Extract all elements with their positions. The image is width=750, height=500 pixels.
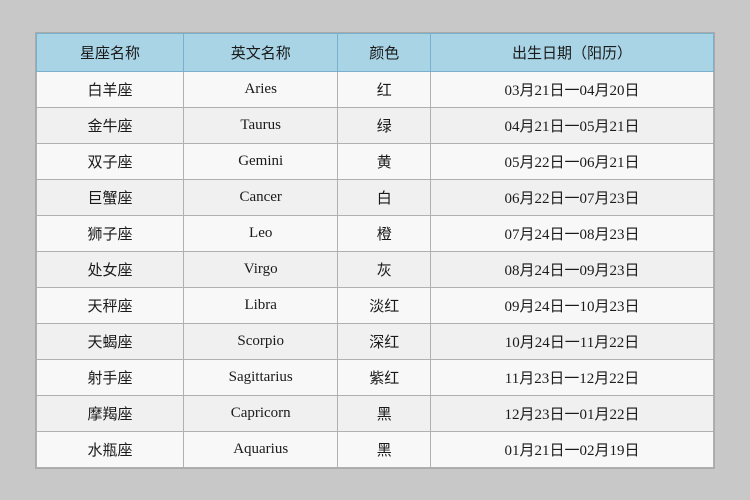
cell-color: 白: [338, 179, 431, 215]
table-row: 摩羯座Capricorn黑12月23日一01月22日: [37, 395, 714, 431]
cell-dates: 03月21日一04月20日: [430, 71, 713, 107]
cell-color: 黄: [338, 143, 431, 179]
cell-english-name: Aquarius: [183, 431, 337, 467]
cell-color: 绿: [338, 107, 431, 143]
cell-color: 紫红: [338, 359, 431, 395]
table-body: 白羊座Aries红03月21日一04月20日金牛座Taurus绿04月21日一0…: [37, 71, 714, 467]
header-dates: 出生日期（阳历）: [430, 33, 713, 71]
cell-dates: 05月22日一06月21日: [430, 143, 713, 179]
cell-color: 灰: [338, 251, 431, 287]
cell-dates: 01月21日一02月19日: [430, 431, 713, 467]
cell-color: 深红: [338, 323, 431, 359]
cell-dates: 04月21日一05月21日: [430, 107, 713, 143]
cell-english-name: Gemini: [183, 143, 337, 179]
cell-english-name: Cancer: [183, 179, 337, 215]
cell-chinese-name: 金牛座: [37, 107, 184, 143]
header-chinese-name: 星座名称: [37, 33, 184, 71]
cell-color: 黑: [338, 431, 431, 467]
header-english-name: 英文名称: [183, 33, 337, 71]
zodiac-table-container: 星座名称 英文名称 颜色 出生日期（阳历） 白羊座Aries红03月21日一04…: [35, 32, 715, 469]
cell-english-name: Virgo: [183, 251, 337, 287]
cell-color: 橙: [338, 215, 431, 251]
table-row: 白羊座Aries红03月21日一04月20日: [37, 71, 714, 107]
cell-chinese-name: 巨蟹座: [37, 179, 184, 215]
cell-english-name: Leo: [183, 215, 337, 251]
cell-dates: 08月24日一09月23日: [430, 251, 713, 287]
cell-chinese-name: 双子座: [37, 143, 184, 179]
cell-color: 淡红: [338, 287, 431, 323]
cell-dates: 12月23日一01月22日: [430, 395, 713, 431]
cell-chinese-name: 射手座: [37, 359, 184, 395]
table-row: 狮子座Leo橙07月24日一08月23日: [37, 215, 714, 251]
cell-english-name: Taurus: [183, 107, 337, 143]
cell-chinese-name: 水瓶座: [37, 431, 184, 467]
cell-english-name: Libra: [183, 287, 337, 323]
cell-english-name: Scorpio: [183, 323, 337, 359]
table-row: 双子座Gemini黄05月22日一06月21日: [37, 143, 714, 179]
table-row: 射手座Sagittarius紫红11月23日一12月22日: [37, 359, 714, 395]
table-row: 水瓶座Aquarius黑01月21日一02月19日: [37, 431, 714, 467]
table-row: 处女座Virgo灰08月24日一09月23日: [37, 251, 714, 287]
table-header-row: 星座名称 英文名称 颜色 出生日期（阳历）: [37, 33, 714, 71]
table-row: 巨蟹座Cancer白06月22日一07月23日: [37, 179, 714, 215]
cell-dates: 10月24日一11月22日: [430, 323, 713, 359]
table-row: 天秤座Libra淡红09月24日一10月23日: [37, 287, 714, 323]
header-color: 颜色: [338, 33, 431, 71]
cell-chinese-name: 摩羯座: [37, 395, 184, 431]
cell-dates: 07月24日一08月23日: [430, 215, 713, 251]
cell-chinese-name: 狮子座: [37, 215, 184, 251]
cell-chinese-name: 天秤座: [37, 287, 184, 323]
cell-chinese-name: 天蝎座: [37, 323, 184, 359]
cell-dates: 11月23日一12月22日: [430, 359, 713, 395]
cell-chinese-name: 处女座: [37, 251, 184, 287]
cell-color: 红: [338, 71, 431, 107]
cell-english-name: Sagittarius: [183, 359, 337, 395]
cell-chinese-name: 白羊座: [37, 71, 184, 107]
cell-english-name: Capricorn: [183, 395, 337, 431]
table-row: 金牛座Taurus绿04月21日一05月21日: [37, 107, 714, 143]
cell-dates: 06月22日一07月23日: [430, 179, 713, 215]
cell-dates: 09月24日一10月23日: [430, 287, 713, 323]
table-row: 天蝎座Scorpio深红10月24日一11月22日: [37, 323, 714, 359]
zodiac-table: 星座名称 英文名称 颜色 出生日期（阳历） 白羊座Aries红03月21日一04…: [36, 33, 714, 468]
cell-color: 黑: [338, 395, 431, 431]
cell-english-name: Aries: [183, 71, 337, 107]
